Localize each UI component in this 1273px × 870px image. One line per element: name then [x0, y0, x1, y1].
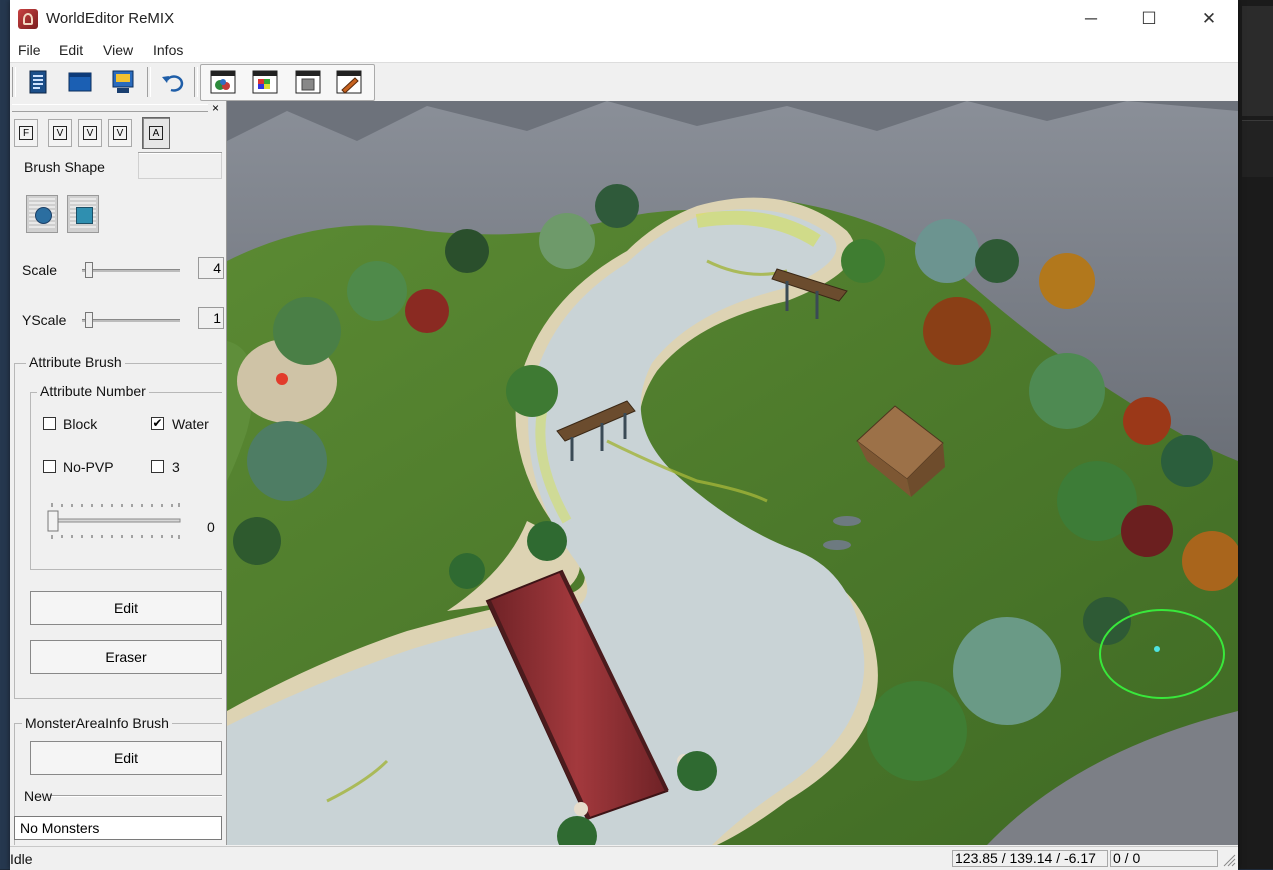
open-icon[interactable]	[66, 68, 94, 96]
3d-viewport[interactable]	[227, 101, 1238, 845]
maximize-button[interactable]: ☐	[1120, 0, 1178, 38]
scale-value[interactable]: 4	[198, 257, 224, 279]
boat	[823, 540, 851, 550]
title-bar: WorldEditor ReMIX ─ ☐ ✕	[10, 0, 1238, 38]
status-bar: Idle 123.85 / 139.14 / -6.17 0 / 0	[10, 846, 1238, 870]
toolbar-grip	[12, 67, 16, 97]
water-label: Water	[172, 416, 209, 432]
app-logo-icon	[18, 9, 38, 29]
desktop-left	[0, 0, 10, 869]
resize-grip-icon[interactable]	[1222, 853, 1236, 867]
brush-shape-box	[138, 153, 222, 179]
brush-circle-button[interactable]	[26, 195, 58, 233]
monster-area-title: MonsterAreaInfo Brush	[22, 715, 172, 731]
mode-button-v2[interactable]: V	[78, 119, 102, 147]
no-pvp-checkbox[interactable]	[43, 460, 56, 473]
monster-edit-button[interactable]: Edit	[30, 741, 222, 775]
boat	[833, 516, 861, 526]
brush-square-button[interactable]	[67, 195, 99, 233]
attr3-checkbox[interactable]	[151, 460, 164, 473]
object-icon[interactable]	[294, 68, 322, 96]
selection-counter: 0 / 0	[1110, 850, 1218, 867]
circle-shape-icon	[35, 207, 52, 224]
mode-button-f[interactable]: F	[14, 119, 38, 147]
monster-select[interactable]: No Monsters	[14, 816, 222, 840]
menu-bar: File Edit View Infos	[10, 38, 1238, 63]
status-text: Idle	[10, 851, 33, 867]
minimize-button[interactable]: ─	[1062, 0, 1120, 38]
scale-label: Scale	[22, 262, 58, 278]
yscale-slider-thumb[interactable]	[85, 312, 93, 328]
menu-view[interactable]: View	[103, 42, 133, 58]
background-window-2	[1242, 120, 1273, 177]
attribute-slider-value: 0	[207, 519, 215, 535]
window-title: WorldEditor ReMIX	[46, 10, 175, 27]
yscale-slider[interactable]	[82, 319, 180, 322]
mode-button-a[interactable]: A	[142, 117, 170, 149]
scale-slider-thumb[interactable]	[85, 262, 93, 278]
attribute-edit-button[interactable]: Edit	[30, 591, 222, 625]
new-label: New	[24, 788, 53, 804]
terrain-icon[interactable]	[209, 68, 237, 96]
block-checkbox[interactable]	[43, 417, 56, 430]
new-file-icon[interactable]	[24, 68, 52, 96]
attribute-eraser-button[interactable]: Eraser	[30, 640, 222, 674]
edit-mode-group	[200, 64, 375, 101]
brush-cursor-center	[1154, 646, 1160, 652]
texture-icon[interactable]	[251, 68, 279, 96]
attr3-label: 3	[172, 459, 180, 475]
no-pvp-label: No-PVP	[63, 459, 114, 475]
menu-infos[interactable]: Infos	[153, 42, 183, 58]
brush-shape-label: Brush Shape	[24, 159, 105, 175]
menu-edit[interactable]: Edit	[59, 42, 83, 58]
brush-panel: × F V V V A Brush Shape Scale 4 YScale 1…	[10, 101, 227, 845]
attribute-number-title: Attribute Number	[37, 383, 149, 399]
yscale-value[interactable]: 1	[198, 307, 224, 329]
save-icon[interactable]	[109, 68, 137, 96]
edit-pencil-icon[interactable]	[335, 68, 363, 96]
water-checkbox[interactable]: ✔	[151, 417, 164, 430]
red-marker	[276, 373, 288, 385]
background-window	[1242, 6, 1273, 116]
menu-file[interactable]: File	[18, 42, 41, 58]
undo-icon[interactable]	[159, 68, 187, 96]
toolbar-separator	[147, 67, 151, 97]
yscale-label: YScale	[22, 312, 67, 328]
block-label: Block	[63, 416, 98, 432]
toolbar	[10, 63, 1238, 102]
app-window: WorldEditor ReMIX ─ ☐ ✕ File Edit View I…	[10, 0, 1238, 870]
square-shape-icon	[76, 207, 93, 224]
terrain-scene[interactable]	[227, 101, 1238, 845]
panel-grip[interactable]	[12, 104, 208, 112]
attribute-brush-title: Attribute Brush	[26, 354, 125, 370]
coordinates-readout: 123.85 / 139.14 / -6.17	[952, 850, 1108, 867]
close-button[interactable]: ✕	[1180, 0, 1238, 38]
panel-close-button[interactable]: ×	[212, 101, 219, 115]
mode-button-v1[interactable]: V	[48, 119, 72, 147]
mode-button-v3[interactable]: V	[108, 119, 132, 147]
divider	[50, 795, 222, 797]
scale-slider[interactable]	[82, 269, 180, 272]
desktop-right	[1238, 0, 1273, 869]
toolbar-separator-2	[194, 67, 198, 97]
attribute-slider[interactable]	[46, 499, 186, 543]
